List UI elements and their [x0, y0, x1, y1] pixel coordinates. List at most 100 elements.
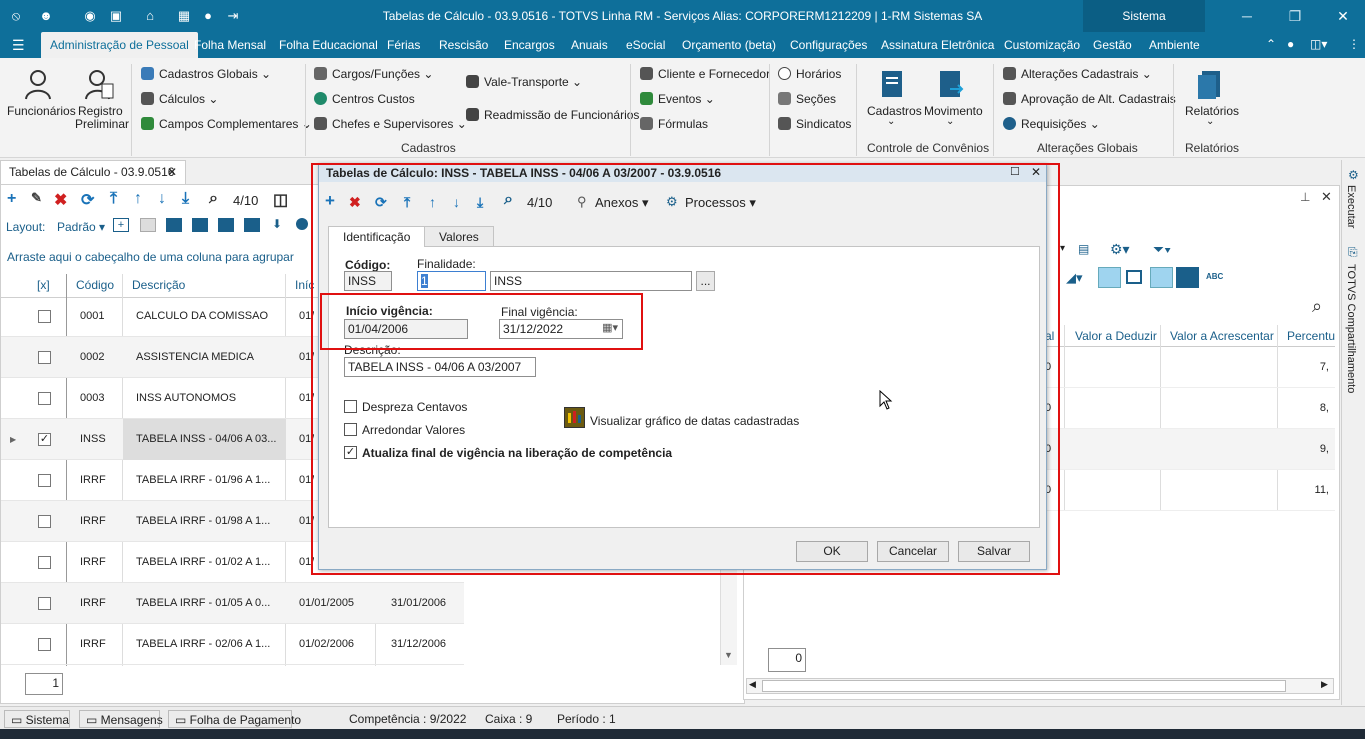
menu-customizacao[interactable]: Customização [1004, 32, 1080, 58]
requisicoes-button[interactable]: Requisições ⌄ [1003, 117, 1100, 131]
layout-toggle-icon[interactable] [1150, 267, 1173, 288]
row-checkbox[interactable] [38, 378, 51, 419]
last-record-icon[interactable]: ⤓ [182, 190, 189, 208]
layout-icon[interactable]: ◫▾ [1310, 37, 1327, 51]
layout-save-icon[interactable] [166, 218, 182, 232]
maximize-icon[interactable]: ❐ [1285, 8, 1305, 25]
add-icon[interactable]: + [7, 190, 16, 208]
col-acrescentar[interactable]: Valor a Acrescentar [1170, 329, 1274, 343]
menu-configuracoes[interactable]: Configurações [790, 32, 867, 58]
formulas-button[interactable]: Fórmulas [640, 117, 708, 131]
table-row[interactable]: IRRF TABELA IRRF - 01/05 A 0... 01/01/20… [1, 583, 464, 624]
menu-administracao[interactable]: Administração de Pessoal [41, 32, 198, 58]
menu-encargos[interactable]: Encargos [504, 32, 555, 58]
help-icon[interactable]: ● [1287, 37, 1294, 51]
tab-identificacao[interactable]: Identificação [328, 226, 426, 247]
scrollbar-thumb[interactable] [762, 680, 1286, 692]
delete-icon[interactable]: ✖ [54, 190, 67, 210]
calculos-button[interactable]: Cálculos ⌄ [141, 92, 218, 106]
menu-anuais[interactable]: Anuais [571, 32, 608, 58]
cliente-fornecedor-button[interactable]: Cliente e Fornecedor [640, 67, 770, 81]
menu-folha-educacional[interactable]: Folha Educacional [279, 32, 378, 58]
system-label[interactable]: Sistema [1083, 0, 1205, 32]
menu-assinatura[interactable]: Assinatura Eletrônica [881, 32, 994, 58]
layout-add-icon[interactable]: + [113, 218, 129, 232]
close-panel-icon[interactable]: ✕ [1321, 189, 1332, 205]
layout-remove-icon[interactable] [140, 218, 156, 232]
funcionarios-button[interactable]: Funcionários [7, 104, 76, 118]
layout-select[interactable]: Padrão ▾ [57, 220, 105, 234]
executar-icon[interactable]: ⚙ [1348, 168, 1359, 182]
layout-down-icon[interactable] [218, 218, 234, 232]
row-checkbox[interactable] [38, 583, 51, 624]
share-icon[interactable]: ⎘ [1348, 245, 1358, 260]
funnel-icon[interactable]: ⏷▾ [1153, 241, 1171, 258]
table-row[interactable]: IRRF TABELA IRRF - 02/06 A 1... 01/02/20… [1, 624, 464, 665]
row-checkbox[interactable] [38, 296, 51, 337]
filter-icon[interactable] [296, 218, 308, 230]
layout-up-icon[interactable] [192, 218, 208, 232]
col-descricao[interactable]: Descrição [132, 278, 185, 292]
status-mensagens[interactable]: ▭ Mensagens [79, 710, 163, 728]
col-codigo[interactable]: Código [76, 278, 114, 292]
right-row[interactable]: 0 8, [1045, 388, 1335, 429]
chevron-down-icon[interactable]: ⌄ [946, 116, 954, 127]
vale-transporte-button[interactable]: Vale-Transporte ⌄ [466, 75, 582, 89]
cargos-button[interactable]: Cargos/Funções ⌄ [314, 67, 433, 81]
gear-icon[interactable]: ⚙▾ [1110, 241, 1130, 258]
dropdown-icon[interactable]: ▾ [1060, 243, 1065, 254]
menu-gestao[interactable]: Gestão [1093, 32, 1132, 58]
side-share[interactable]: TOTVS Compartilhamento [1345, 264, 1357, 393]
view-toggle-icon[interactable] [1098, 267, 1121, 288]
close-icon[interactable]: ✕ [1333, 8, 1353, 25]
layout-export-icon[interactable] [244, 218, 260, 232]
edit-icon[interactable]: ✎ [31, 190, 42, 206]
minimize-icon[interactable]: ─ [1237, 8, 1257, 24]
menu-folha-mensal[interactable]: Folha Mensal [194, 32, 266, 58]
side-executar[interactable]: Executar [1345, 185, 1357, 228]
collapse-ribbon-icon[interactable]: ⌃ [1266, 37, 1276, 51]
abc-icon[interactable]: ABC [1206, 272, 1223, 281]
col-select[interactable]: [x] [37, 278, 50, 292]
rows-icon[interactable] [1126, 270, 1142, 284]
campos-complementares-button[interactable]: Campos Complementares ⌄ [141, 117, 312, 131]
row-checkbox[interactable]: ✓ [38, 419, 51, 460]
col-deduzir[interactable]: Valor a Deduzir [1075, 329, 1157, 343]
menu-rescisao[interactable]: Rescisão [439, 32, 488, 58]
secoes-button[interactable]: Seções [778, 92, 836, 106]
next-record-icon[interactable]: ↓ [158, 190, 166, 208]
pin-icon[interactable]: ⬇ [272, 217, 282, 231]
split-icon[interactable] [1176, 267, 1199, 288]
menu-ambiente[interactable]: Ambiente [1149, 32, 1200, 58]
refresh-icon[interactable]: ⟳ [81, 190, 94, 210]
row-checkbox[interactable] [38, 542, 51, 583]
aprovacao-button[interactable]: Aprovação de Alt. Cadastrais [1003, 92, 1176, 106]
centros-custos-button[interactable]: Centros Custos [314, 92, 415, 106]
menu-orcamento[interactable]: Orçamento (beta) [682, 32, 776, 58]
readmissao-button[interactable]: Readmissão de Funcionários [466, 108, 639, 122]
status-folha[interactable]: ▭ Folha de Pagamento [168, 710, 301, 728]
row-checkbox[interactable] [38, 460, 51, 501]
menu-esocial[interactable]: eSocial [626, 32, 665, 58]
previous-record-icon[interactable]: ↑ [134, 190, 142, 208]
row-checkbox[interactable] [38, 501, 51, 542]
right-row[interactable]: 0 7, [1045, 347, 1335, 388]
status-sistema[interactable]: ▭ Sistema [4, 710, 70, 728]
row-checkbox[interactable] [38, 337, 51, 378]
cadastros-globais-button[interactable]: Cadastros Globais ⌄ [141, 67, 271, 81]
page-number[interactable]: 1 [25, 673, 63, 695]
sindicatos-button[interactable]: Sindicatos [778, 117, 851, 131]
right-row[interactable]: 0 11, [1045, 470, 1335, 511]
scroll-right-icon[interactable]: ▶ [1321, 679, 1328, 690]
menu-ferias[interactable]: Férias [387, 32, 420, 58]
menu-more-icon[interactable]: ⋮ [1348, 37, 1360, 51]
search-icon[interactable]: ⌕ [209, 190, 218, 208]
chefes-button[interactable]: Chefes e Supervisores ⌄ [314, 117, 467, 131]
right-count[interactable]: 0 [768, 648, 806, 672]
registro-label-2[interactable]: Preliminar [75, 117, 129, 131]
first-record-icon[interactable]: ⤒ [110, 190, 117, 208]
registro-label-1[interactable]: Registro [78, 104, 123, 118]
pin-panel-icon[interactable]: ⊥ [1300, 190, 1310, 204]
doc-tab[interactable]: Tabelas de Cálculo - 03.9.0516 ✕ [0, 160, 186, 184]
hamburger-icon[interactable]: ☰ [12, 37, 25, 54]
